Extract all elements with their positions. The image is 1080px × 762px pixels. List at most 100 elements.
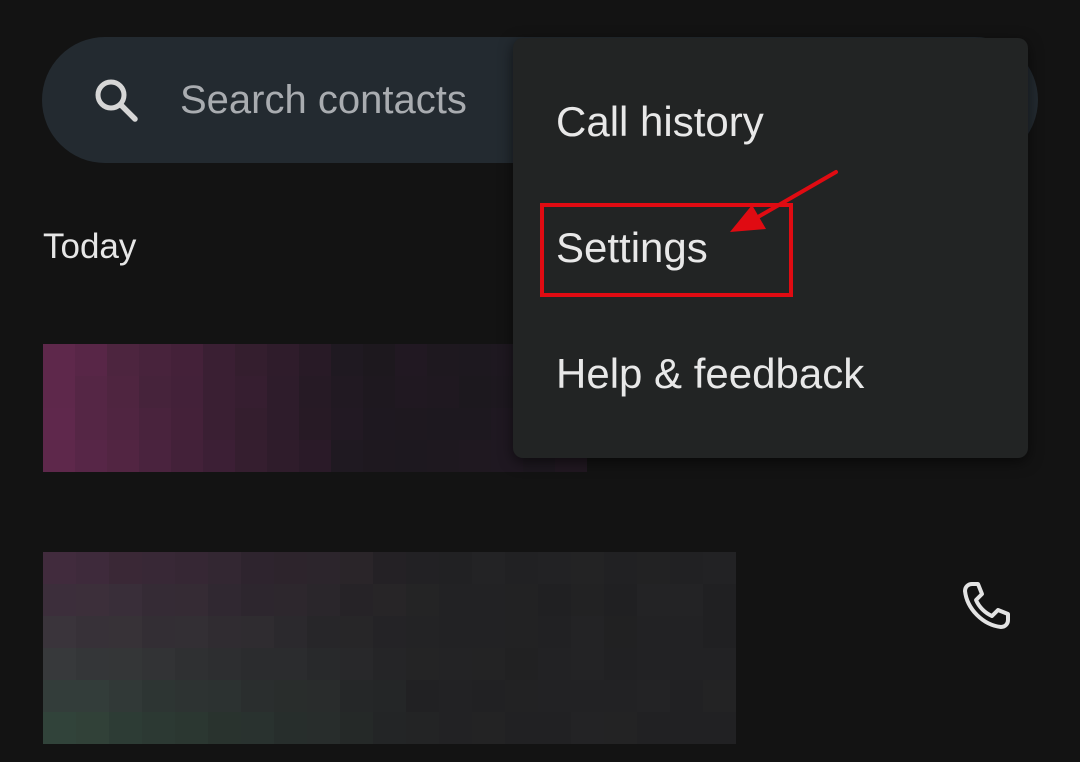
blur-pixel xyxy=(43,376,75,408)
blur-pixel xyxy=(670,584,703,616)
blur-pixel xyxy=(274,584,307,616)
contact-row-blurred[interactable] xyxy=(43,344,588,476)
blur-pixel xyxy=(703,648,736,680)
blur-pixel xyxy=(76,712,109,744)
blur-pixel xyxy=(637,648,670,680)
blur-pixel xyxy=(571,648,604,680)
blur-pixel xyxy=(340,584,373,616)
blur-pixel xyxy=(439,712,472,744)
blur-pixel xyxy=(505,616,538,648)
blur-pixel xyxy=(235,344,267,376)
blur-pixel xyxy=(107,440,139,472)
blur-pixel xyxy=(139,344,171,376)
blur-pixel xyxy=(472,616,505,648)
blur-pixel xyxy=(571,712,604,744)
blur-pixel xyxy=(670,616,703,648)
blur-pixel xyxy=(395,440,427,472)
blur-pixel xyxy=(307,680,340,712)
blur-pixel xyxy=(171,344,203,376)
blur-pixel xyxy=(538,712,571,744)
menu-item-settings[interactable]: Settings xyxy=(513,185,1028,311)
blur-pixel xyxy=(171,376,203,408)
phone-icon[interactable] xyxy=(958,578,1014,634)
blur-pixel xyxy=(373,552,406,584)
blur-pixel xyxy=(538,616,571,648)
blur-pixel xyxy=(406,616,439,648)
blur-pixel xyxy=(267,408,299,440)
blur-pixel xyxy=(439,648,472,680)
blur-pixel xyxy=(109,552,142,584)
blur-pixel xyxy=(406,712,439,744)
blur-pixel xyxy=(208,680,241,712)
blur-pixel xyxy=(331,344,363,376)
blur-pixel xyxy=(406,584,439,616)
blur-pixel xyxy=(43,584,76,616)
blur-pixel xyxy=(373,680,406,712)
blur-pixel xyxy=(107,376,139,408)
blur-pixel xyxy=(459,376,491,408)
blur-pixel xyxy=(459,408,491,440)
blur-pixel xyxy=(307,648,340,680)
blur-pixel xyxy=(703,552,736,584)
blur-pixel xyxy=(427,376,459,408)
search-icon[interactable] xyxy=(92,76,140,124)
blur-pixel xyxy=(427,440,459,472)
blur-pixel xyxy=(637,616,670,648)
blur-pixel xyxy=(571,552,604,584)
overflow-menu: Call history Settings Help & feedback xyxy=(513,38,1028,458)
section-header-today: Today xyxy=(43,227,137,266)
blur-pixel xyxy=(76,584,109,616)
blur-pixel xyxy=(107,408,139,440)
blur-pixel xyxy=(604,552,637,584)
blur-pixel xyxy=(340,552,373,584)
blur-pixel xyxy=(208,584,241,616)
blur-pixel xyxy=(406,648,439,680)
search-input-placeholder[interactable]: Search contacts xyxy=(180,74,467,126)
blur-pixel xyxy=(299,344,331,376)
blur-pixel xyxy=(373,648,406,680)
blur-pixel xyxy=(472,584,505,616)
menu-item-call-history[interactable]: Call history xyxy=(513,59,1028,185)
blur-pixel xyxy=(703,712,736,744)
blur-pixel xyxy=(171,408,203,440)
blur-pixel xyxy=(307,616,340,648)
blur-pixel xyxy=(459,344,491,376)
blur-pixel xyxy=(274,680,307,712)
blur-pixel xyxy=(670,712,703,744)
blur-pixel xyxy=(299,440,331,472)
blur-pixel xyxy=(571,616,604,648)
blur-pixel xyxy=(75,344,107,376)
blur-pixel xyxy=(703,616,736,648)
blur-pixel xyxy=(241,584,274,616)
menu-item-label: Settings xyxy=(556,224,708,271)
blur-pixel xyxy=(505,680,538,712)
blur-pixel xyxy=(43,680,76,712)
blur-pixel xyxy=(235,440,267,472)
blur-pixel xyxy=(43,552,76,584)
blur-pixel xyxy=(109,584,142,616)
blur-pixel xyxy=(43,408,75,440)
blur-pixel xyxy=(637,680,670,712)
blur-pixel xyxy=(373,712,406,744)
blur-pixel xyxy=(307,712,340,744)
blur-pixel xyxy=(406,552,439,584)
blur-pixel xyxy=(439,616,472,648)
blur-pixel xyxy=(406,680,439,712)
blur-pixel xyxy=(340,712,373,744)
blur-pixel xyxy=(109,712,142,744)
blur-pixel xyxy=(637,552,670,584)
blur-pixel xyxy=(235,408,267,440)
blur-pixel xyxy=(472,712,505,744)
blur-pixel xyxy=(505,552,538,584)
blur-pixel xyxy=(363,440,395,472)
blur-pixel xyxy=(43,344,75,376)
blur-pixel xyxy=(373,584,406,616)
blur-pixel xyxy=(107,344,139,376)
menu-item-help-feedback[interactable]: Help & feedback xyxy=(513,311,1028,437)
blur-pixel xyxy=(142,712,175,744)
blur-pixel xyxy=(171,440,203,472)
contact-row-blurred[interactable] xyxy=(43,552,736,762)
blur-pixel xyxy=(274,712,307,744)
blur-pixel xyxy=(75,376,107,408)
blur-pixel xyxy=(274,552,307,584)
